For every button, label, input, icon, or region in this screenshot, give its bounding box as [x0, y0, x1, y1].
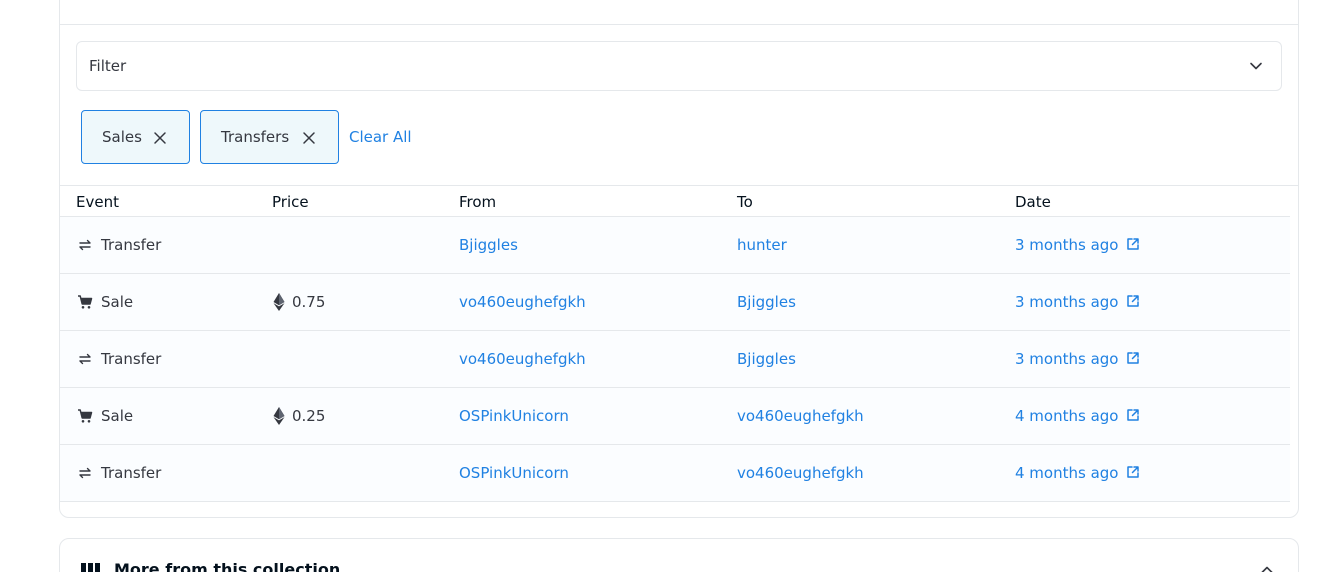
table-row: Transfer Bjiggles hunter 3 months ago: [60, 217, 1290, 274]
ethereum-icon: [273, 293, 285, 311]
chevron-up-icon[interactable]: [1260, 563, 1274, 572]
header-to: To: [737, 193, 753, 211]
external-link-icon[interactable]: [1126, 294, 1140, 308]
date-link[interactable]: 3 months ago: [1015, 293, 1118, 311]
chevron-down-icon: [1250, 62, 1262, 70]
header-from: From: [459, 193, 497, 211]
event-type: Transfer: [101, 464, 162, 482]
transfer-icon: [79, 353, 91, 365]
date-link[interactable]: 3 months ago: [1015, 236, 1118, 254]
date-link[interactable]: 4 months ago: [1015, 464, 1118, 482]
cart-icon: [78, 409, 93, 423]
event-type: Transfer: [101, 350, 162, 368]
chip-label: Transfers: [221, 128, 290, 146]
filter-label: Filter: [89, 57, 127, 75]
external-link-icon[interactable]: [1126, 408, 1140, 422]
table-row: Transfer vo460eughefgkh Bjiggles 3 month…: [60, 331, 1290, 388]
to-link[interactable]: Bjiggles: [737, 293, 796, 311]
external-link-icon[interactable]: [1126, 465, 1140, 479]
filter-chip-transfers[interactable]: Transfers: [200, 110, 339, 164]
cart-icon: [78, 295, 93, 309]
grid-icon: [81, 563, 100, 572]
table-row: Sale 0.75 vo460eughefgkh Bjiggles 3 mont…: [60, 274, 1290, 331]
ethereum-icon: [273, 407, 285, 425]
header-price: Price: [272, 193, 309, 211]
close-icon[interactable]: [302, 131, 316, 145]
close-icon[interactable]: [153, 131, 167, 145]
external-link-icon[interactable]: [1126, 237, 1140, 251]
to-link[interactable]: Bjiggles: [737, 350, 796, 368]
table-row: Sale 0.25 OSPinkUnicorn vo460eughefgkh 4…: [60, 388, 1290, 445]
from-link[interactable]: OSPinkUnicorn: [459, 464, 569, 482]
date-link[interactable]: 3 months ago: [1015, 350, 1118, 368]
filter-dropdown[interactable]: Filter: [76, 41, 1282, 91]
more-from-collection-title: More from this collection: [114, 560, 341, 572]
transfer-icon: [79, 467, 91, 479]
price-value: 0.25: [292, 407, 326, 425]
filter-chip-sales[interactable]: Sales: [81, 110, 190, 164]
from-link[interactable]: Bjiggles: [459, 236, 518, 254]
price-value: 0.75: [292, 293, 326, 311]
to-link[interactable]: vo460eughefgkh: [737, 407, 864, 425]
header-date: Date: [1015, 193, 1051, 211]
date-link[interactable]: 4 months ago: [1015, 407, 1118, 425]
to-link[interactable]: hunter: [737, 236, 787, 254]
event-type: Transfer: [101, 236, 162, 254]
chip-label: Sales: [102, 128, 142, 146]
to-link[interactable]: vo460eughefgkh: [737, 464, 864, 482]
from-link[interactable]: OSPinkUnicorn: [459, 407, 569, 425]
header-event: Event: [76, 193, 119, 211]
more-from-collection-panel[interactable]: More from this collection: [59, 538, 1299, 572]
external-link-icon[interactable]: [1126, 351, 1140, 365]
event-type: Sale: [101, 293, 134, 311]
from-link[interactable]: vo460eughefgkh: [459, 350, 586, 368]
table-row: Transfer OSPinkUnicorn vo460eughefgkh 4 …: [60, 445, 1290, 502]
item-activity-panel: Filter Sales Transfers Clear All Event P…: [59, 0, 1299, 518]
clear-all-button[interactable]: Clear All: [349, 128, 412, 146]
panel-header-divider: [60, 24, 1298, 25]
from-link[interactable]: vo460eughefgkh: [459, 293, 586, 311]
table-header: Event Price From To Date: [60, 186, 1290, 217]
transfer-icon: [79, 239, 91, 251]
event-type: Sale: [101, 407, 134, 425]
